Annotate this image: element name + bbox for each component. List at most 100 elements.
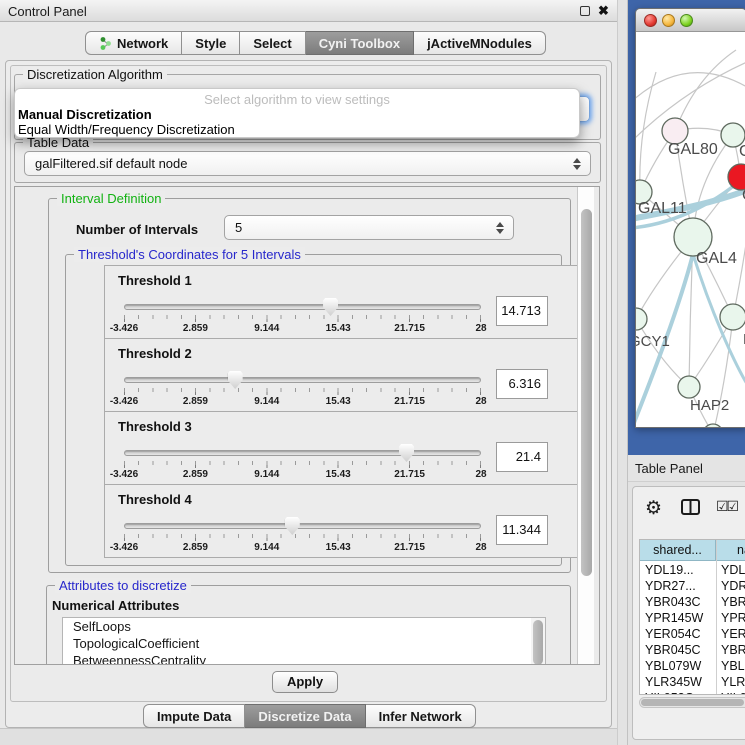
tick-label: 15.43 — [326, 396, 351, 407]
attribute-list-item[interactable]: SelfLoops — [63, 618, 545, 635]
tab-infer-network[interactable]: Infer Network — [366, 704, 476, 728]
control-panel-title: Control Panel — [8, 4, 87, 19]
table-row[interactable]: YIL052C YIL0 — [640, 690, 745, 695]
tick-label: 2.859 — [183, 323, 208, 334]
network-node[interactable] — [636, 308, 647, 330]
column-header-shared[interactable]: shared... — [640, 540, 716, 561]
network-edge[interactable] — [675, 50, 736, 131]
table-row[interactable]: YBR043C YBR0 — [640, 594, 745, 610]
attribute-list-item[interactable]: BetweennessCentrality — [63, 652, 545, 665]
table-row[interactable]: YDR27... YDR2 — [640, 578, 745, 594]
float-window-icon[interactable] — [580, 6, 590, 16]
slider-handle[interactable] — [285, 517, 300, 535]
select-checkboxes-icon[interactable]: ☑☑ — [716, 498, 737, 515]
threshold-3-value[interactable]: 21.4 — [496, 442, 548, 472]
tick-label: 15.43 — [326, 542, 351, 553]
threshold-2-value[interactable]: 6.316 — [496, 369, 548, 399]
threshold-4-value[interactable]: 11.344 — [496, 515, 548, 545]
cell-name[interactable]: YPR1 — [721, 610, 745, 626]
slider-tick-labels: -3.4262.8599.14415.4321.71528 — [124, 469, 481, 481]
slider-minor-ticks — [124, 461, 481, 465]
network-node[interactable] — [678, 376, 700, 398]
table-rows: YDL19...YDL1YDR27...YDR2YBR043CYBR0YPR14… — [640, 562, 745, 695]
column-header-name[interactable]: na — [717, 540, 745, 561]
tick-label: 28 — [475, 469, 486, 480]
slider-handle[interactable] — [399, 444, 414, 462]
numerical-attributes-list[interactable]: SelfLoopsTopologicalCoefficientBetweenne… — [62, 617, 546, 665]
close-icon[interactable]: ✖ — [598, 3, 609, 19]
threshold-2-label: Threshold 2 — [118, 346, 192, 361]
network-node[interactable] — [720, 304, 745, 330]
slider-track — [124, 523, 481, 529]
cell-shared-name[interactable]: YBR043C — [645, 594, 701, 610]
cell-name[interactable]: YER0 — [721, 626, 745, 642]
bottom-tabbar: Impute DataDiscretize DataInfer Network — [143, 704, 476, 728]
gear-icon[interactable]: ⚙ — [645, 497, 662, 520]
popup-item-equal-width[interactable]: Equal Width/Frequency Discretization — [18, 122, 235, 137]
tab-select[interactable]: Select — [240, 31, 305, 55]
cell-name[interactable]: YIL0 — [721, 690, 745, 695]
table-panel-titlebar: Table Panel — [628, 455, 745, 482]
table-row[interactable]: YBL079W YBL0 — [640, 658, 745, 674]
threshold-1-value[interactable]: 14.713 — [496, 296, 548, 326]
table-row[interactable]: YDL19... YDL1 — [640, 562, 745, 578]
table-row[interactable]: YPR145W YPR1 — [640, 610, 745, 626]
table-row[interactable]: YLR345W YLR3 — [640, 674, 745, 690]
cell-name[interactable]: YBL0 — [721, 658, 745, 674]
slider-track — [124, 304, 481, 310]
tab-style[interactable]: Style — [182, 31, 240, 55]
num-intervals-combobox[interactable]: 5 — [224, 215, 514, 240]
cell-shared-name[interactable]: YLR345W — [645, 674, 702, 690]
cell-name[interactable]: YDL1 — [721, 562, 745, 578]
cell-name[interactable]: YBR0 — [721, 594, 745, 610]
popup-item-manual-discretization[interactable]: Manual Discretization — [18, 107, 152, 122]
tab-network[interactable]: Network — [85, 31, 182, 55]
control-panel: Control Panel ✖ NetworkStyleSelectCyni T… — [0, 0, 617, 745]
cell-shared-name[interactable]: YIL052C — [645, 690, 694, 695]
cell-shared-name[interactable]: YDR27... — [645, 578, 696, 594]
network-window-titlebar[interactable] — [636, 9, 745, 32]
slider-handle[interactable] — [228, 371, 243, 389]
threshold-2-slider[interactable]: -3.4262.8599.14415.4321.71528 — [124, 373, 481, 409]
network-view-window[interactable]: GAL80GACGAL11GAL4GCY1HHAP2 — [635, 8, 745, 428]
threshold-1-slider[interactable]: -3.4262.8599.14415.4321.71528 — [124, 300, 481, 336]
tab-cyni-toolbox[interactable]: Cyni Toolbox — [306, 31, 414, 55]
table-data-combobox[interactable]: galFiltered.sif default node — [24, 151, 591, 176]
cell-name[interactable]: YDR2 — [721, 578, 745, 594]
table-panel-title: Table Panel — [635, 461, 703, 476]
network-canvas[interactable]: GAL80GACGAL11GAL4GCY1HHAP2 — [636, 32, 745, 428]
slider-minor-ticks — [124, 534, 481, 538]
interval-definition-groupbox: Interval Definition Number of Intervals … — [48, 198, 571, 573]
threshold-4-slider[interactable]: -3.4262.8599.14415.4321.71528 — [124, 519, 481, 555]
threshold-3-slider[interactable]: -3.4262.8599.14415.4321.71528 — [124, 446, 481, 482]
zoom-traffic-light-icon[interactable] — [680, 14, 693, 27]
attribute-list-item[interactable]: TopologicalCoefficient — [63, 635, 545, 652]
cell-shared-name[interactable]: YBR045C — [645, 642, 701, 658]
node-table[interactable]: shared... na YDL19...YDL1YDR27...YDR2YBR… — [639, 539, 745, 695]
close-traffic-light-icon[interactable] — [644, 14, 657, 27]
cell-shared-name[interactable]: YER054C — [645, 626, 701, 642]
tab-discretize-data[interactable]: Discretize Data — [245, 704, 365, 728]
settings-scrollbar-thumb[interactable] — [581, 209, 592, 576]
apply-button[interactable]: Apply — [272, 671, 338, 693]
tab-impute-data[interactable]: Impute Data — [143, 704, 245, 728]
list-scrollbar[interactable] — [531, 618, 545, 665]
panel-splitter[interactable] — [617, 0, 628, 745]
tab-jactivemnodules[interactable]: jActiveMNodules — [414, 31, 546, 55]
table-hscrollbar-thumb[interactable] — [641, 699, 744, 706]
settings-scrollbar[interactable] — [577, 187, 594, 665]
table-hscrollbar[interactable] — [639, 697, 745, 708]
cell-shared-name[interactable]: YBL079W — [645, 658, 701, 674]
columns-icon[interactable] — [681, 499, 700, 520]
slider-handle[interactable] — [323, 298, 338, 316]
cell-name[interactable]: YLR3 — [721, 674, 745, 690]
list-scrollbar-thumb[interactable] — [533, 620, 543, 665]
cell-name[interactable]: YBR0 — [721, 642, 745, 658]
tick-label: 2.859 — [183, 396, 208, 407]
table-row[interactable]: YER054C YER0 — [640, 626, 745, 642]
cell-shared-name[interactable]: YDL19... — [645, 562, 694, 578]
table-row[interactable]: YBR045C YBR0 — [640, 642, 745, 658]
cell-shared-name[interactable]: YPR145W — [645, 610, 703, 626]
minimize-traffic-light-icon[interactable] — [662, 14, 675, 27]
network-node[interactable] — [703, 424, 723, 428]
